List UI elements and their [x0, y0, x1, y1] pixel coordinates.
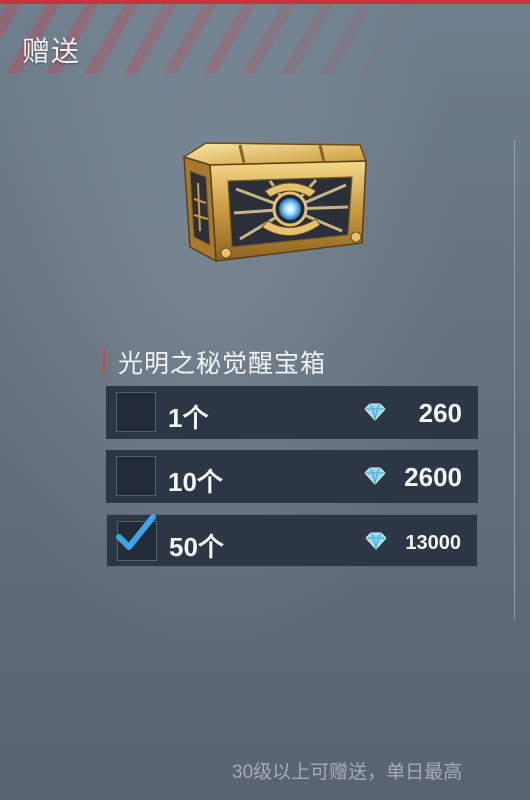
gift-screen: 赠送 光明之秘觉醒宝箱 1个 260 10个 2600 50个 13000 30…	[0, 0, 530, 800]
diamond-icon	[364, 467, 386, 485]
item-title-accent	[103, 348, 105, 374]
quantity-option-1[interactable]: 1个 260	[106, 386, 478, 439]
option-price: 2600	[404, 462, 462, 492]
side-divider	[514, 140, 515, 620]
option-quantity: 10个	[168, 467, 223, 497]
option-checkbox[interactable]	[116, 456, 156, 496]
gift-rule-note: 30级以上可赠送，单日最高	[232, 762, 463, 783]
quantity-option-50[interactable]: 50个 13000	[106, 514, 478, 567]
option-price: 260	[418, 398, 462, 428]
checkmark-icon	[116, 514, 156, 550]
option-quantity: 1个	[168, 403, 209, 433]
quantity-option-10[interactable]: 10个 2600	[106, 450, 478, 503]
diamond-icon	[364, 403, 386, 421]
page-title: 赠送	[22, 36, 81, 67]
option-checkbox[interactable]	[116, 392, 156, 432]
treasure-chest-icon	[182, 142, 368, 263]
option-price: 13000	[405, 532, 461, 554]
option-quantity: 50个	[169, 532, 224, 562]
item-name: 光明之秘觉醒宝箱	[118, 350, 327, 378]
diamond-icon	[365, 532, 387, 550]
